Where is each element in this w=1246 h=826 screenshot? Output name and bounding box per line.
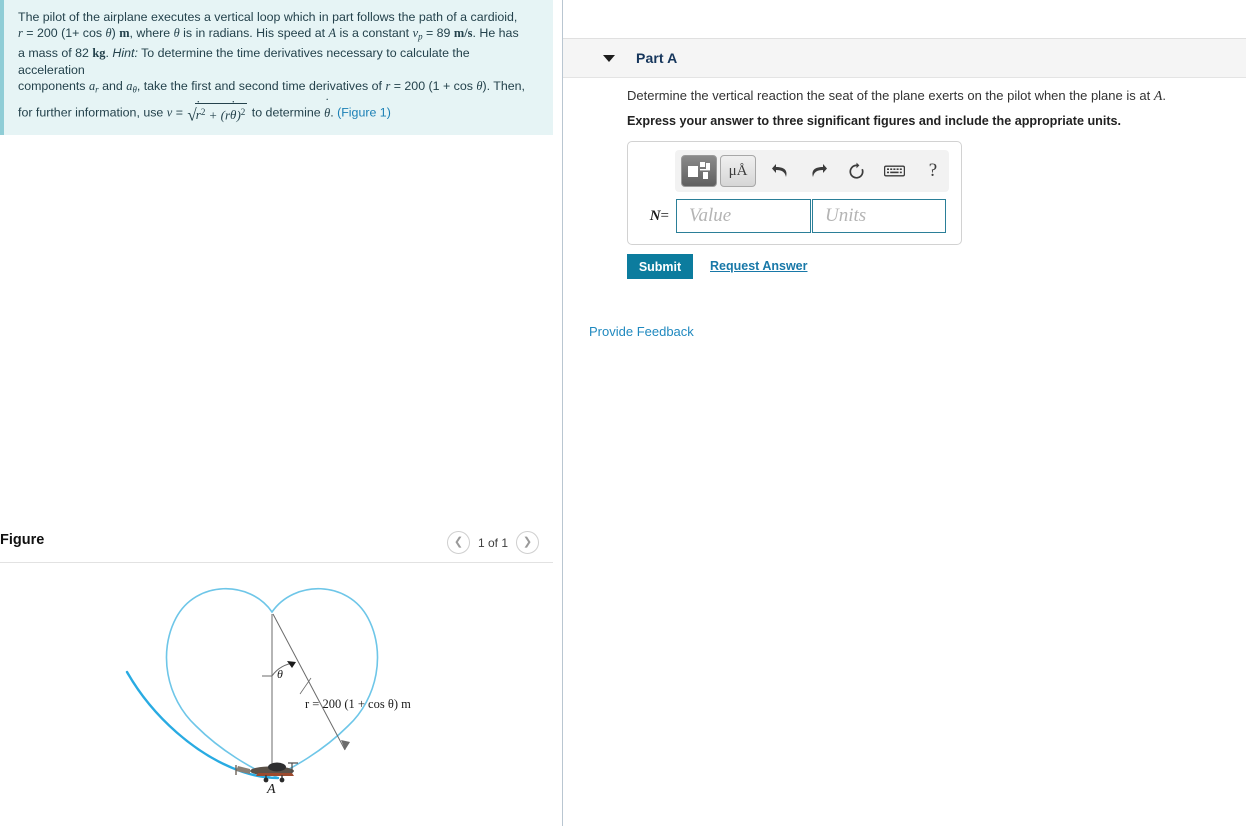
units-input[interactable]: Units (812, 199, 946, 233)
page-root: The pilot of the airplane executes a ver… (0, 0, 1246, 826)
figure-reference-link[interactable]: (Figure 1) (337, 106, 391, 120)
he-has: . He has (472, 26, 519, 41)
problem-line-5: for further information, use v = √r2 + (… (18, 103, 539, 125)
radius-line (272, 613, 346, 751)
mass-phrase: a mass of 82 (18, 46, 89, 61)
part-a-label: Part A (636, 50, 678, 66)
point-A-1: A (328, 26, 337, 41)
caret-down-icon[interactable] (603, 54, 615, 62)
r-label-leader (299, 677, 312, 695)
answer-equals-sign: = (660, 207, 669, 224)
keyboard-icon[interactable] (879, 156, 909, 186)
math-template-icon[interactable] (681, 155, 717, 187)
answer-entry-row: N= Value Units (640, 199, 946, 233)
theta-phrase: is in radians. His speed at (183, 26, 326, 41)
cardioid-diagram (125, 587, 379, 783)
and-text: and (102, 79, 123, 94)
r-symbol: r (18, 26, 23, 41)
value-input-placeholder: Value (689, 205, 732, 226)
r-expression: = 200 (1+ cos (26, 26, 103, 41)
figure-navigation: ❮ 1 of 1 ❯ (446, 531, 539, 554)
paren-1: ) (111, 26, 116, 41)
figure-prev-button[interactable]: ❮ (446, 531, 470, 554)
v-symbol: v (166, 105, 173, 120)
a-r-subscript: r (95, 84, 99, 95)
theta-dot-1: θ (230, 107, 236, 123)
figure-counter: 1 of 1 (477, 535, 508, 550)
problem-text: The pilot of the airplane executes a ver… (18, 9, 539, 125)
help-icon[interactable]: ? (918, 156, 948, 186)
units-icon-label: μÅ (728, 162, 748, 179)
question-body: Determine the vertical reaction the seat… (627, 88, 1151, 103)
question-prompt: Determine the vertical reaction the seat… (627, 88, 1166, 105)
square-root-expression: √r2 + (rθ)2 (187, 103, 248, 125)
request-answer-link[interactable]: Request Answer (710, 259, 807, 273)
is-constant: is a constant (339, 26, 410, 41)
vp-unit: m/s (453, 26, 473, 41)
answer-instruction: Express your answer to three significant… (627, 114, 1122, 128)
airplane-icon (235, 762, 298, 783)
pane-divider (562, 0, 563, 826)
determine-text: to determine (251, 105, 321, 120)
theta-dot-symbol: θ (324, 105, 330, 121)
reset-icon[interactable] (841, 156, 871, 186)
problem-line-1: The pilot of the airplane executes a ver… (18, 10, 518, 24)
approach-path-curve (125, 670, 280, 780)
problem-line-4: components ar and aθ, take the first and… (18, 78, 539, 98)
submit-button[interactable]: Submit (627, 254, 693, 279)
provide-feedback-link[interactable]: Provide Feedback (589, 324, 694, 339)
answer-variable-label: N= (640, 208, 676, 225)
mass-unit: kg (92, 46, 106, 61)
r-expression-2: = 200 (1 + cos (393, 79, 473, 94)
figure-theta-label: θ (277, 667, 283, 681)
figure-next-button[interactable]: ❯ (516, 531, 539, 554)
vp-subscript: p (418, 31, 423, 42)
figure-divider (0, 562, 553, 563)
help-icon-label: ? (928, 160, 938, 181)
components-text: components (18, 79, 86, 94)
part-a-header[interactable]: Part A (563, 38, 1246, 78)
r-dot: r (196, 107, 201, 123)
units-icon[interactable]: μÅ (720, 155, 756, 187)
undo-icon[interactable] (765, 156, 795, 186)
then-text: ). Then, (482, 79, 525, 94)
r-symbol-2: r (385, 79, 391, 94)
comma-1: , where (129, 26, 171, 41)
answer-variable-symbol: N (649, 207, 661, 224)
question-period: . (1162, 88, 1167, 103)
figure-title: Figure (0, 532, 45, 548)
unit-m-1: m (119, 26, 130, 41)
vp-value: = 89 (425, 26, 451, 41)
figure-point-A-label: A (267, 782, 276, 797)
period-1: . (105, 46, 109, 61)
problem-line-3: a mass of 82 kg. Hint: To determine the … (18, 45, 539, 78)
period-2: . (330, 105, 334, 120)
problem-line-2: r = 200 (1+ cos θ) m, where θ is in radi… (18, 25, 539, 45)
figure-r-label: r = 200 (1 + cos θ) m (305, 697, 411, 711)
units-input-placeholder: Units (825, 205, 867, 226)
hint-label: Hint: (112, 46, 138, 61)
answer-toolbar: μÅ ? (675, 150, 949, 192)
theta-symbol-2: θ (173, 26, 180, 41)
radicand: r2 + (rθ)2 (194, 103, 248, 124)
take-text: , take the first and second time derivat… (136, 79, 382, 94)
figure-image[interactable]: r = 200 (1 + cos θ) m θ A (0, 566, 553, 816)
problem-statement-panel: The pilot of the airplane executes a ver… (0, 0, 553, 135)
equals-sign: = (175, 105, 183, 120)
figure-header: Figure ❮ 1 of 1 ❯ (0, 524, 553, 564)
answer-input-box: μÅ ? N= Value Units (627, 141, 962, 245)
for-further-text: for further information, use (18, 105, 164, 120)
redo-icon[interactable] (803, 156, 833, 186)
value-input[interactable]: Value (676, 199, 811, 233)
